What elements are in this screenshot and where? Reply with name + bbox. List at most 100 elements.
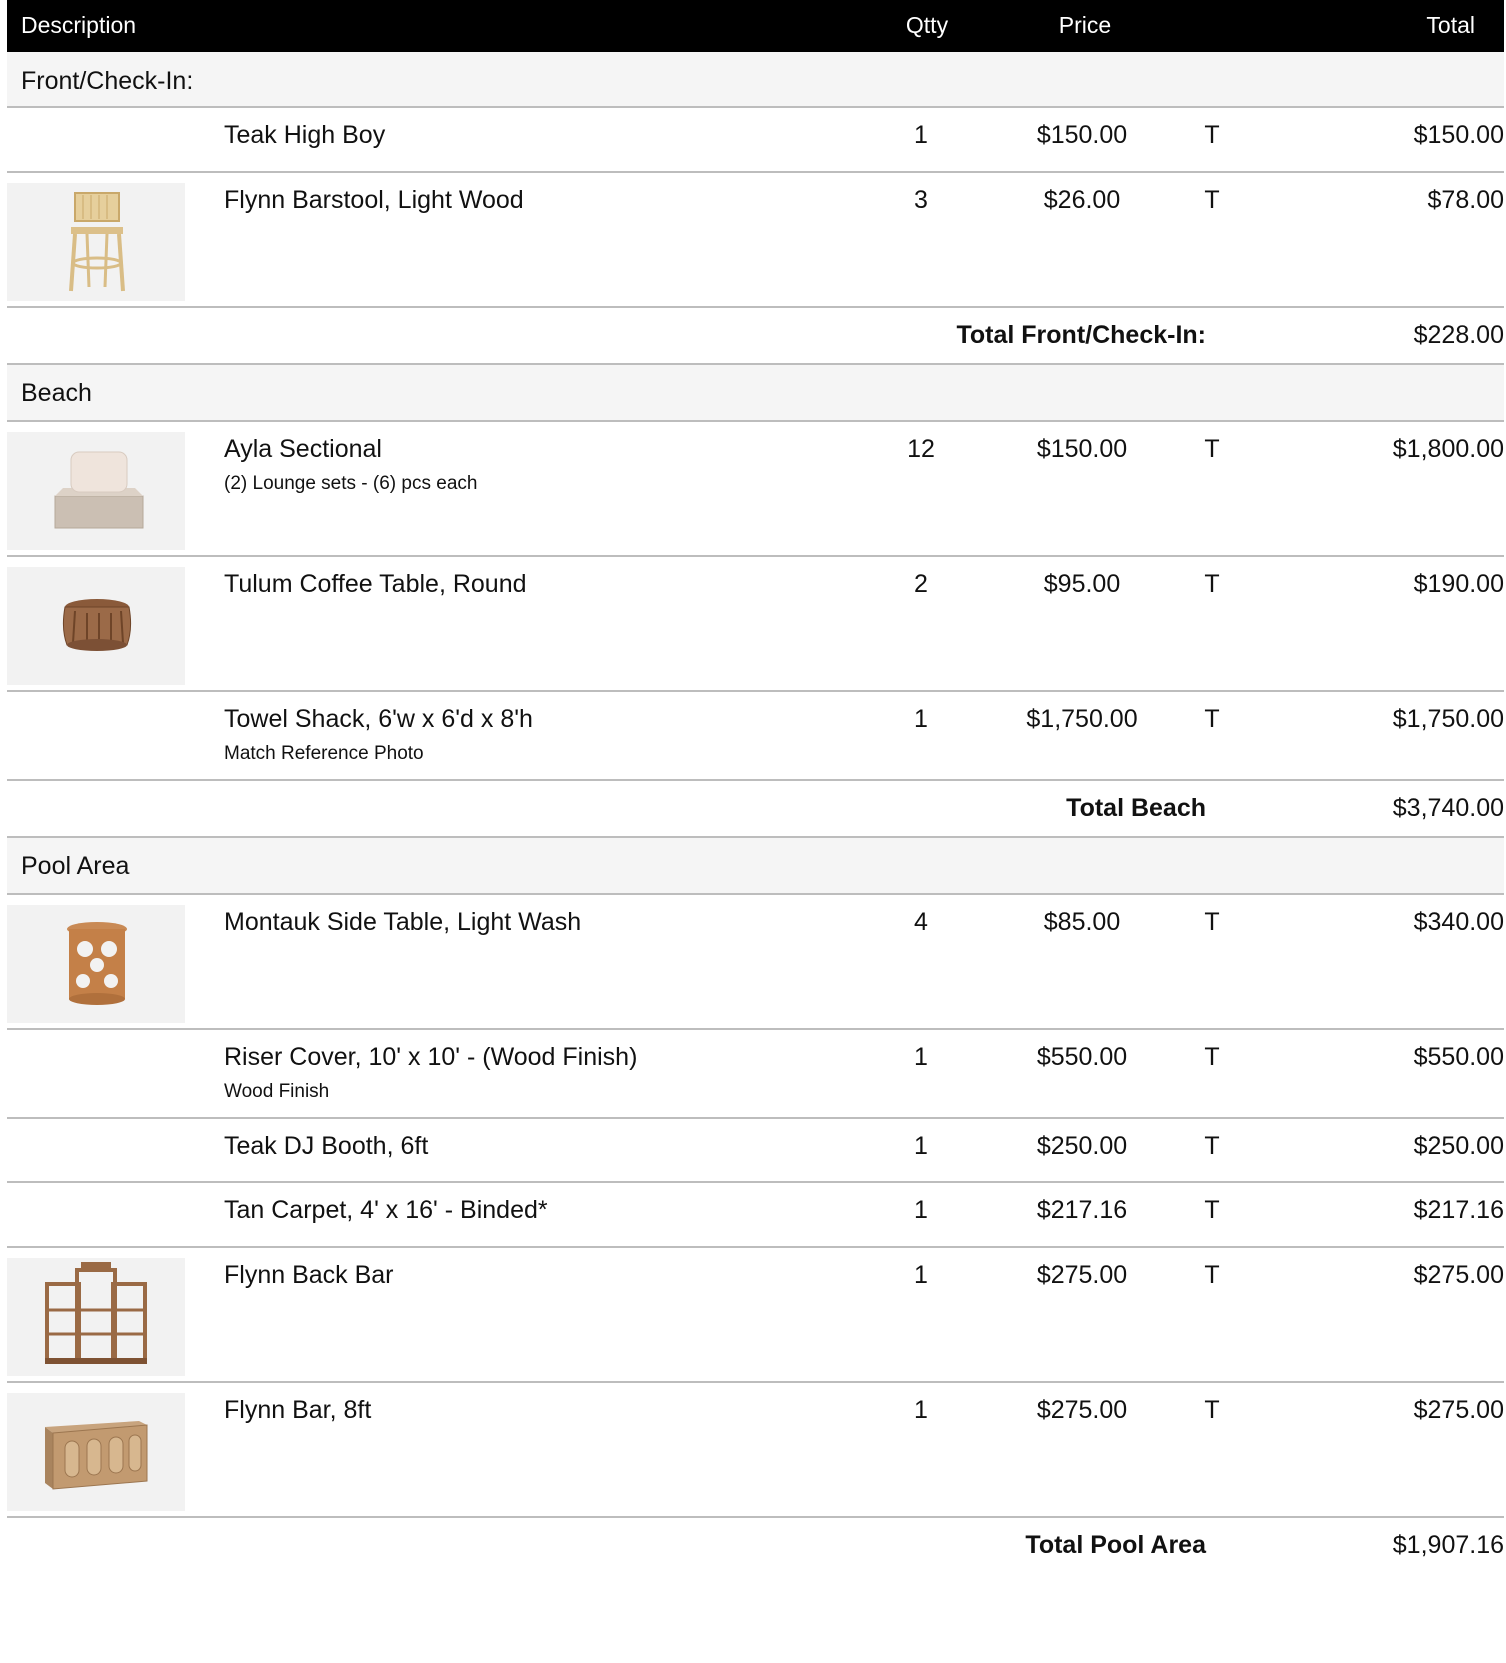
item-qty: 12 [907,435,935,463]
section-header: Front/Check-In: [7,52,1504,108]
item-total: $550.00 [1413,1043,1504,1071]
item-qty: 2 [914,570,928,598]
item-name: Flynn Barstool, Light Wood [224,186,524,214]
item-total: $340.00 [1413,908,1504,936]
item-total: $78.00 [1427,186,1504,214]
barstool-icon [69,192,125,292]
item-name: Tulum Coffee Table, Round [224,570,527,598]
item-total: $275.00 [1413,1396,1504,1424]
item-tax-flag: T [1204,1396,1220,1424]
item-tax-flag: T [1204,1261,1220,1289]
item-price: $217.16 [1036,1196,1128,1224]
section-subtotal: Total Beach $3,740.00 [7,781,1504,838]
back-bar-icon [45,1262,147,1364]
side-table-image [7,905,185,1023]
subtotal-label: Total Pool Area [1025,1531,1206,1559]
item-name: Flynn Bar, 8ft [224,1396,372,1424]
item-tax-flag: T [1204,908,1220,936]
item-qty: 1 [914,1261,928,1289]
item-tax-flag: T [1204,1196,1220,1224]
section-subtotal: Total Pool Area $1,907.16 [7,1518,1504,1568]
barstool-image [7,183,185,301]
item-name: Riser Cover, 10' x 10' - (Wood Finish) [224,1043,638,1071]
quote-table: Description Qtty Price Total Front/Check… [7,0,1504,1568]
section-title: Pool Area [21,852,130,880]
item-price: $550.00 [1036,1043,1128,1071]
item-qty: 1 [914,1396,928,1424]
subtotal-value: $1,907.16 [1392,1531,1504,1559]
item-tax-flag: T [1204,1132,1220,1160]
item-price: $26.00 [1043,186,1121,214]
item-total: $1,800.00 [1392,435,1504,463]
header-price: Price [1058,12,1112,38]
table-row: Tan Carpet, 4' x 16' - Binded* 1 $217.16… [7,1183,1504,1248]
sectional-icon [54,451,144,529]
side-table-icon [67,922,127,1005]
back-bar-image [7,1258,185,1376]
item-price: $1,750.00 [1026,705,1138,733]
table-row: Flynn Back Bar 1 $275.00 T $275.00 [7,1248,1504,1383]
subtotal-value: $3,740.00 [1392,794,1504,822]
table-row: Towel Shack, 6'w x 6'd x 8'h Match Refer… [7,692,1504,781]
section-title: Beach [21,379,92,407]
item-tax-flag: T [1204,1043,1220,1071]
item-qty: 1 [914,1132,928,1160]
item-tax-flag: T [1204,186,1220,214]
table-row: Flynn Bar, 8ft 1 $275.00 T $275.00 [7,1383,1504,1518]
item-price: $275.00 [1036,1396,1128,1424]
header-description: Description [21,12,137,38]
item-total: $275.00 [1413,1261,1504,1289]
coffee-table-icon [62,599,132,651]
bar-icon [45,1421,148,1490]
item-qty: 4 [914,908,928,936]
item-tax-flag: T [1204,121,1220,149]
table-header: Description Qtty Price Total [7,0,1504,52]
item-name: Teak DJ Booth, 6ft [224,1132,429,1160]
item-price: $150.00 [1036,121,1128,149]
item-qty: 1 [914,705,928,733]
sectional-image [7,432,185,550]
item-name: Teak High Boy [224,121,386,149]
item-note: Wood Finish [224,1081,330,1102]
item-price: $275.00 [1036,1261,1128,1289]
item-qty: 1 [914,1043,928,1071]
table-row: Teak High Boy 1 $150.00 T $150.00 [7,108,1504,173]
item-qty: 3 [914,186,928,214]
item-tax-flag: T [1204,570,1220,598]
item-name: Tan Carpet, 4' x 16' - Binded* [224,1196,548,1224]
item-total: $150.00 [1413,121,1504,149]
item-tax-flag: T [1204,705,1220,733]
table-row: Flynn Barstool, Light Wood 3 $26.00 T $7… [7,173,1504,308]
section-header: Pool Area [7,838,1504,895]
item-total: $250.00 [1413,1132,1504,1160]
table-row: Riser Cover, 10' x 10' - (Wood Finish) W… [7,1030,1504,1119]
item-tax-flag: T [1204,435,1220,463]
item-total: $217.16 [1413,1196,1504,1224]
header-total: Total [1426,12,1475,38]
item-price: $95.00 [1043,570,1121,598]
section-title: Front/Check-In: [21,67,194,95]
item-note: Match Reference Photo [224,743,424,764]
item-qty: 1 [914,121,928,149]
item-price: $85.00 [1043,908,1121,936]
item-name: Ayla Sectional [224,435,382,463]
table-row: Teak DJ Booth, 6ft 1 $250.00 T $250.00 [7,1119,1504,1183]
subtotal-label: Total Front/Check-In: [956,321,1206,349]
subtotal-label: Total Beach [1066,794,1206,822]
item-name: Montauk Side Table, Light Wash [224,908,582,936]
subtotal-value: $228.00 [1413,321,1504,349]
item-price: $150.00 [1036,435,1128,463]
item-price: $250.00 [1036,1132,1128,1160]
bar-image [7,1393,185,1511]
item-name: Towel Shack, 6'w x 6'd x 8'h [224,705,533,733]
item-qty: 1 [914,1196,928,1224]
section-subtotal: Total Front/Check-In: $228.00 [7,308,1504,365]
header-qty: Qtty [905,12,949,38]
item-name: Flynn Back Bar [224,1261,394,1289]
item-total: $1,750.00 [1392,705,1504,733]
item-total: $190.00 [1413,570,1504,598]
table-row: Ayla Sectional (2) Lounge sets - (6) pcs… [7,422,1504,557]
item-note: (2) Lounge sets - (6) pcs each [224,473,478,494]
table-row: Tulum Coffee Table, Round 2 $95.00 T $19… [7,557,1504,692]
table-row: Montauk Side Table, Light Wash 4 $85.00 … [7,895,1504,1030]
